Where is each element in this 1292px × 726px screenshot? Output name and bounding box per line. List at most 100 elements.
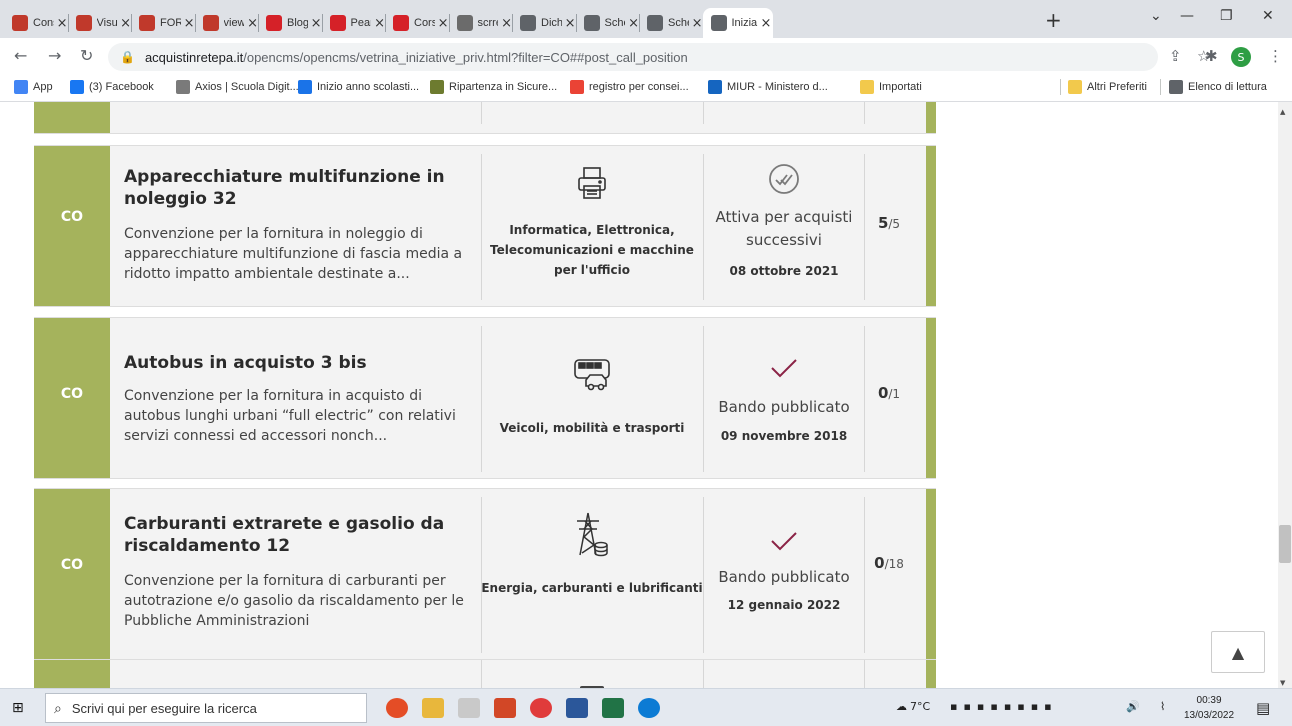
extensions-icon[interactable]: ✱ bbox=[1205, 47, 1218, 65]
weather-icon[interactable]: ☁ bbox=[896, 700, 907, 713]
restore-button[interactable]: ❐ bbox=[1220, 8, 1233, 24]
minimize-button[interactable]: — bbox=[1180, 8, 1194, 24]
word-icon[interactable] bbox=[566, 698, 588, 718]
tray-icons[interactable]: ▪▪▪▪▪▪▪▪ bbox=[950, 700, 1058, 713]
address-bar[interactable]: 🔒 acquistinretepa.it/opencms/opencms/vet… bbox=[108, 43, 1158, 71]
initiative-card[interactable]: CO Apparecchiature multifunzione in noleg… bbox=[34, 145, 936, 307]
card-title[interactable]: Apparecchiature multifunzione in noleggi… bbox=[124, 166, 464, 210]
card-right-strip bbox=[926, 102, 936, 133]
folder-icon bbox=[1068, 80, 1082, 94]
bookmark-item[interactable]: Importati bbox=[860, 80, 922, 94]
page-scrollbar[interactable] bbox=[1278, 102, 1292, 688]
tab-title: Pears bbox=[350, 17, 372, 29]
powerpoint-icon[interactable] bbox=[494, 698, 516, 718]
bookmark-label: Axios | Scuola Digit... bbox=[195, 81, 299, 93]
browser-tab[interactable]: Pears× bbox=[322, 8, 385, 38]
tab-close-icon[interactable]: × bbox=[565, 16, 576, 31]
bookmark-item[interactable]: (3) Facebook bbox=[70, 80, 154, 94]
tab-close-icon[interactable]: × bbox=[501, 16, 512, 31]
card-partial-bottom bbox=[34, 659, 936, 688]
tab-close-icon[interactable]: × bbox=[761, 16, 772, 31]
initiative-card[interactable]: CO Carburanti extrarete e gasolio da risc… bbox=[34, 488, 936, 660]
browser-tab[interactable]: Visua× bbox=[68, 8, 131, 38]
bookmark-label: Elenco di lettura bbox=[1188, 81, 1267, 93]
tab-close-icon[interactable]: × bbox=[247, 16, 258, 31]
browser-tab[interactable]: Cons× bbox=[4, 8, 68, 38]
browser-tab[interactable]: Inizia × bbox=[702, 8, 773, 38]
reload-icon[interactable]: ↻ bbox=[80, 46, 93, 65]
new-tab-button[interactable]: + bbox=[1045, 8, 1062, 32]
browser-tab[interactable]: Dich × bbox=[512, 8, 576, 38]
tab-search-chevron-icon[interactable]: ⌄ bbox=[1150, 8, 1162, 24]
windows-start-icon[interactable]: ⊞ bbox=[12, 700, 24, 716]
windows-taskbar: ⊞ ⌕ Scrivi qui per eseguire la ricerca ☁… bbox=[0, 688, 1292, 726]
site-icon bbox=[430, 80, 444, 94]
browser-menu-icon[interactable]: ⋮ bbox=[1268, 47, 1283, 65]
back-arrow-icon[interactable]: ← bbox=[14, 46, 27, 65]
excel-icon[interactable] bbox=[602, 698, 624, 718]
bookmarks-divider bbox=[1060, 79, 1061, 95]
bookmark-item[interactable]: Inizio anno scolasti... bbox=[298, 80, 419, 94]
bookmark-label: MIUR - Ministero d... bbox=[727, 81, 828, 93]
scrollbar-thumb[interactable] bbox=[1279, 525, 1291, 563]
browser-tab[interactable]: FORM× bbox=[131, 8, 195, 38]
browser-tab[interactable]: Blog × bbox=[258, 8, 322, 38]
bookmark-item[interactable]: MIUR - Ministero d... bbox=[708, 80, 828, 94]
tab-close-icon[interactable]: × bbox=[692, 16, 703, 31]
card-partial-top bbox=[34, 102, 936, 134]
card-status-date: 12 gennaio 2022 bbox=[727, 598, 841, 612]
close-window-button[interactable]: ✕ bbox=[1262, 8, 1274, 24]
system-clock[interactable]: 00:39 13/03/2022 bbox=[1184, 693, 1234, 723]
file-explorer-icon[interactable] bbox=[422, 698, 444, 718]
taskbar-search-box[interactable]: ⌕ Scrivi qui per eseguire la ricerca bbox=[45, 693, 367, 723]
forward-arrow-icon[interactable]: → bbox=[48, 46, 61, 65]
weather-temp[interactable]: 7°C bbox=[910, 700, 930, 713]
bookmark-item[interactable]: Elenco di lettura bbox=[1169, 80, 1267, 94]
profile-avatar[interactable]: S bbox=[1231, 47, 1251, 67]
bookmark-label: Altri Preferiti bbox=[1087, 81, 1147, 93]
browser-tab[interactable]: Sche× bbox=[639, 8, 703, 38]
tab-title: Sche bbox=[604, 17, 626, 29]
bookmark-item[interactable]: registro per consei... bbox=[570, 80, 689, 94]
browser-tab[interactable]: view_× bbox=[195, 8, 258, 38]
wifi-icon[interactable]: ⌇ bbox=[1160, 700, 1165, 713]
bookmark-label: App bbox=[33, 81, 53, 93]
bookmarks-divider bbox=[1160, 79, 1161, 95]
tab-close-icon[interactable]: × bbox=[374, 16, 385, 31]
initiative-card[interactable]: CO Autobus in acquisto 3 bis Convenzione p… bbox=[34, 317, 936, 479]
tab-close-icon[interactable]: × bbox=[438, 16, 449, 31]
clock-date: 13/03/2022 bbox=[1184, 710, 1235, 721]
app-icon[interactable] bbox=[530, 698, 552, 718]
notification-icon[interactable]: ▤ bbox=[1256, 699, 1270, 717]
tab-close-icon[interactable]: × bbox=[311, 16, 322, 31]
tab-close-icon[interactable]: × bbox=[120, 16, 131, 31]
bookmark-item[interactable]: Altri Preferiti bbox=[1068, 80, 1147, 94]
column-divider bbox=[481, 326, 482, 472]
tab-title: Dich bbox=[541, 17, 562, 29]
bookmark-item[interactable]: Ripartenza in Sicure... bbox=[430, 80, 557, 94]
share-icon[interactable]: ⇪ bbox=[1169, 47, 1182, 65]
tab-title: Corsi bbox=[414, 17, 435, 29]
bookmark-item[interactable]: App bbox=[14, 80, 53, 94]
card-title[interactable]: Carburanti extrarete e gasolio da riscal… bbox=[124, 513, 464, 557]
browser-tab[interactable]: scrre× bbox=[449, 8, 512, 38]
bookmark-item[interactable]: Axios | Scuola Digit... bbox=[176, 80, 299, 94]
tab-close-icon[interactable]: × bbox=[57, 16, 68, 31]
card-category: Veicoli, mobilità e trasporti bbox=[499, 421, 685, 435]
card-right-strip bbox=[926, 318, 936, 478]
fs-icon bbox=[139, 15, 155, 31]
browser-tab[interactable]: Sche× bbox=[576, 8, 639, 38]
chrome-app-icon[interactable] bbox=[386, 698, 408, 718]
tab-close-icon[interactable]: × bbox=[628, 16, 639, 31]
card-title[interactable]: Autobus in acquisto 3 bis bbox=[124, 352, 464, 374]
scroll-down-arrow-icon[interactable]: ▼ bbox=[1280, 679, 1285, 687]
scroll-up-arrow-icon[interactable]: ▲ bbox=[1280, 108, 1285, 116]
apps-grid-icon bbox=[14, 80, 28, 94]
browser-tab[interactable]: Corsi× bbox=[385, 8, 449, 38]
edge-icon[interactable] bbox=[638, 698, 660, 718]
volume-icon[interactable]: 🔊 bbox=[1126, 700, 1140, 713]
tab-title: scrre bbox=[477, 17, 499, 29]
snip-tool-icon[interactable] bbox=[458, 698, 480, 718]
tab-close-icon[interactable]: × bbox=[184, 16, 195, 31]
back-to-top-button[interactable]: ▲ bbox=[1211, 631, 1265, 673]
